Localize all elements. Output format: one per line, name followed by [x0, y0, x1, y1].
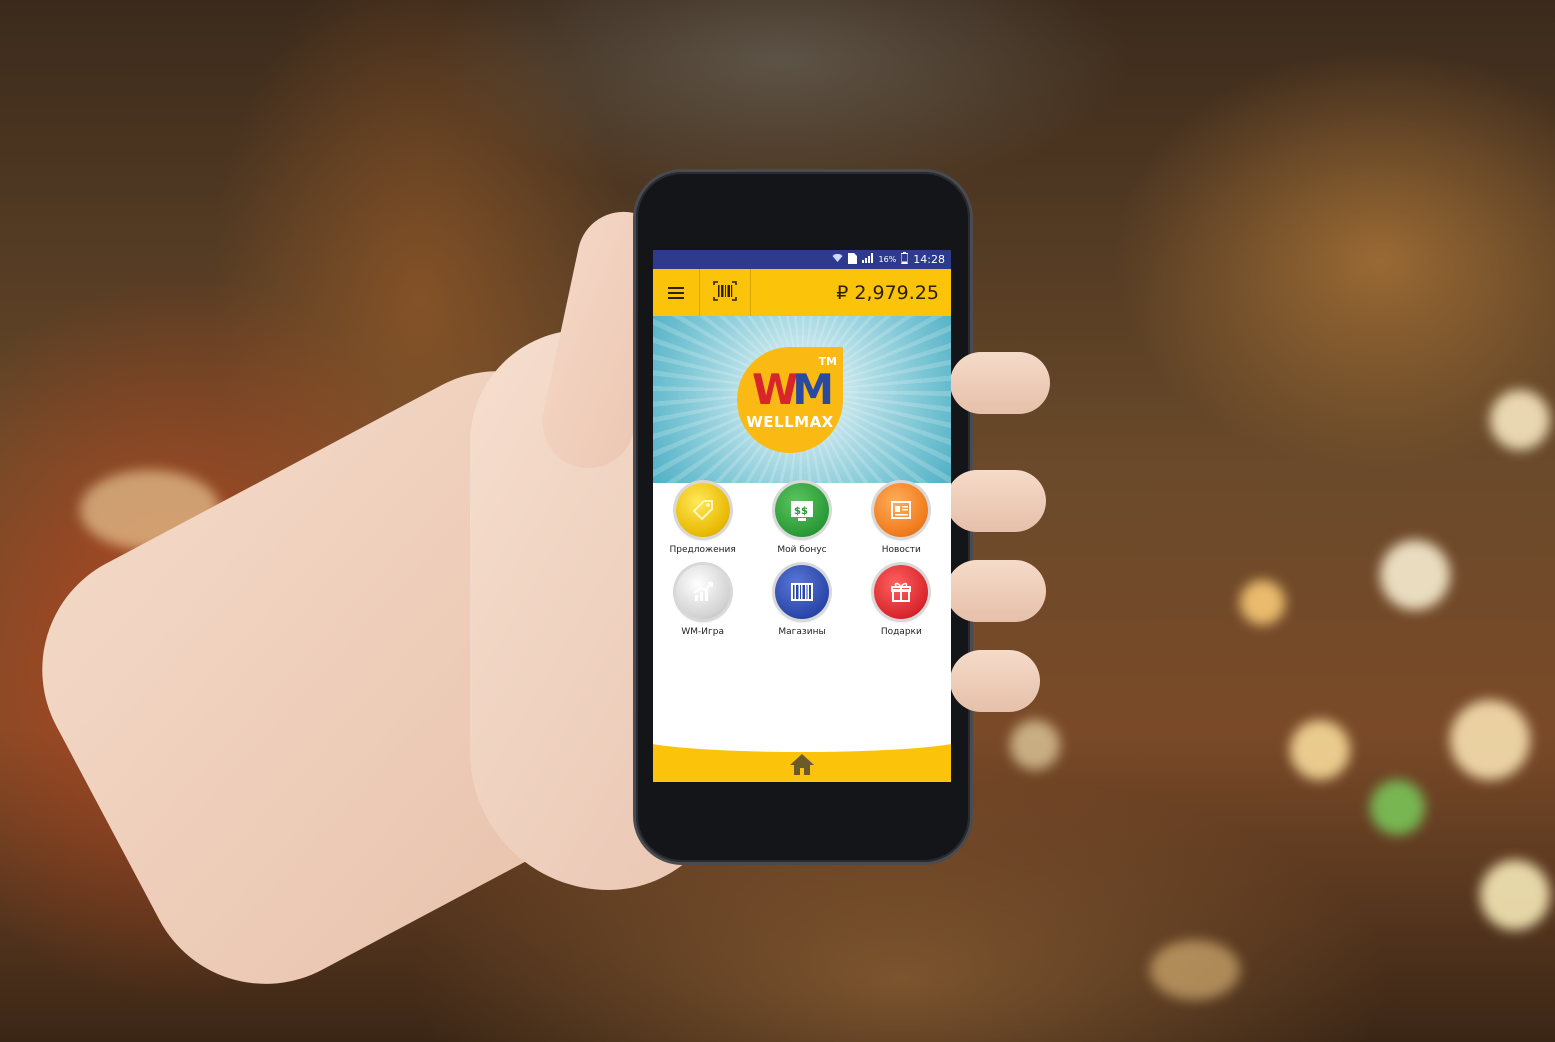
money-icon: $$: [774, 483, 829, 537]
hamburger-menu-icon: [668, 280, 684, 305]
bokeh-light: [1010, 720, 1060, 770]
menu-item-label: Магазины: [778, 627, 826, 637]
hand-finger: [950, 352, 1050, 414]
hand-finger: [950, 650, 1040, 712]
bonus-balance: ₽ 2,979.25: [836, 281, 939, 304]
hamburger-menu-button[interactable]: [653, 269, 700, 316]
bokeh-light: [1370, 780, 1425, 835]
hand-finger: [946, 470, 1046, 532]
bokeh-light: [1450, 700, 1530, 780]
main-menu-grid: Предложения $$ Мой бонус Новости WM-Игра…: [653, 483, 951, 641]
barcode-scan-icon: [713, 280, 737, 305]
menu-item-label: WM-Игра: [681, 627, 724, 637]
wifi-icon: [832, 253, 843, 266]
menu-item-gifts[interactable]: Подарки: [852, 565, 951, 641]
barcode-icon: [774, 565, 829, 619]
menu-item-label: Предложения: [669, 545, 736, 555]
bokeh-light: [1150, 940, 1240, 1000]
menu-item-label: Мой бонус: [777, 545, 827, 555]
barcode-scan-button[interactable]: [700, 269, 751, 316]
menu-item-label: Новости: [881, 545, 921, 555]
menu-item-news[interactable]: Новости: [852, 483, 951, 559]
wellmax-logo: TM WM WELLMAX: [737, 347, 843, 453]
bokeh-light: [1490, 390, 1550, 450]
battery-icon: [900, 252, 909, 267]
logo-text: WELLMAX: [746, 413, 834, 431]
bokeh-light: [1480, 860, 1550, 930]
logo-mark: WM: [751, 365, 834, 414]
bokeh-light: [1290, 720, 1350, 780]
signal-icon: [861, 253, 874, 266]
app-bar: ₽ 2,979.25: [653, 269, 951, 316]
bokeh-light: [1380, 540, 1450, 610]
home-button[interactable]: [789, 752, 815, 780]
phone-screen: 16% 14:28 ₽ 2,979.25 TM WM WELLMAX Предл…: [653, 250, 951, 782]
status-time: 14:28: [913, 253, 945, 266]
sim-icon: [847, 252, 857, 267]
battery-percent: 16%: [878, 255, 897, 264]
svg-text:$$: $$: [794, 506, 808, 517]
hand-finger: [946, 560, 1046, 622]
home-icon: [789, 754, 815, 780]
logo-trademark: TM: [818, 355, 837, 368]
bokeh-light: [1240, 580, 1285, 625]
bottom-bar-curve: [653, 722, 951, 752]
gift-icon: [874, 565, 929, 619]
tag-icon: [675, 483, 730, 537]
menu-item-offers[interactable]: Предложения: [653, 483, 752, 559]
menu-item-wm-game[interactable]: WM-Игра: [653, 565, 752, 641]
news-icon: [874, 483, 929, 537]
menu-item-stores[interactable]: Магазины: [752, 565, 851, 641]
menu-item-label: Подарки: [880, 627, 922, 637]
status-bar: 16% 14:28: [653, 250, 951, 269]
menu-item-my-bonus[interactable]: $$ Мой бонус: [752, 483, 851, 559]
growth-chart-icon: [675, 565, 730, 619]
bottom-nav-bar: [653, 722, 951, 782]
hero-banner: TM WM WELLMAX: [653, 316, 951, 483]
